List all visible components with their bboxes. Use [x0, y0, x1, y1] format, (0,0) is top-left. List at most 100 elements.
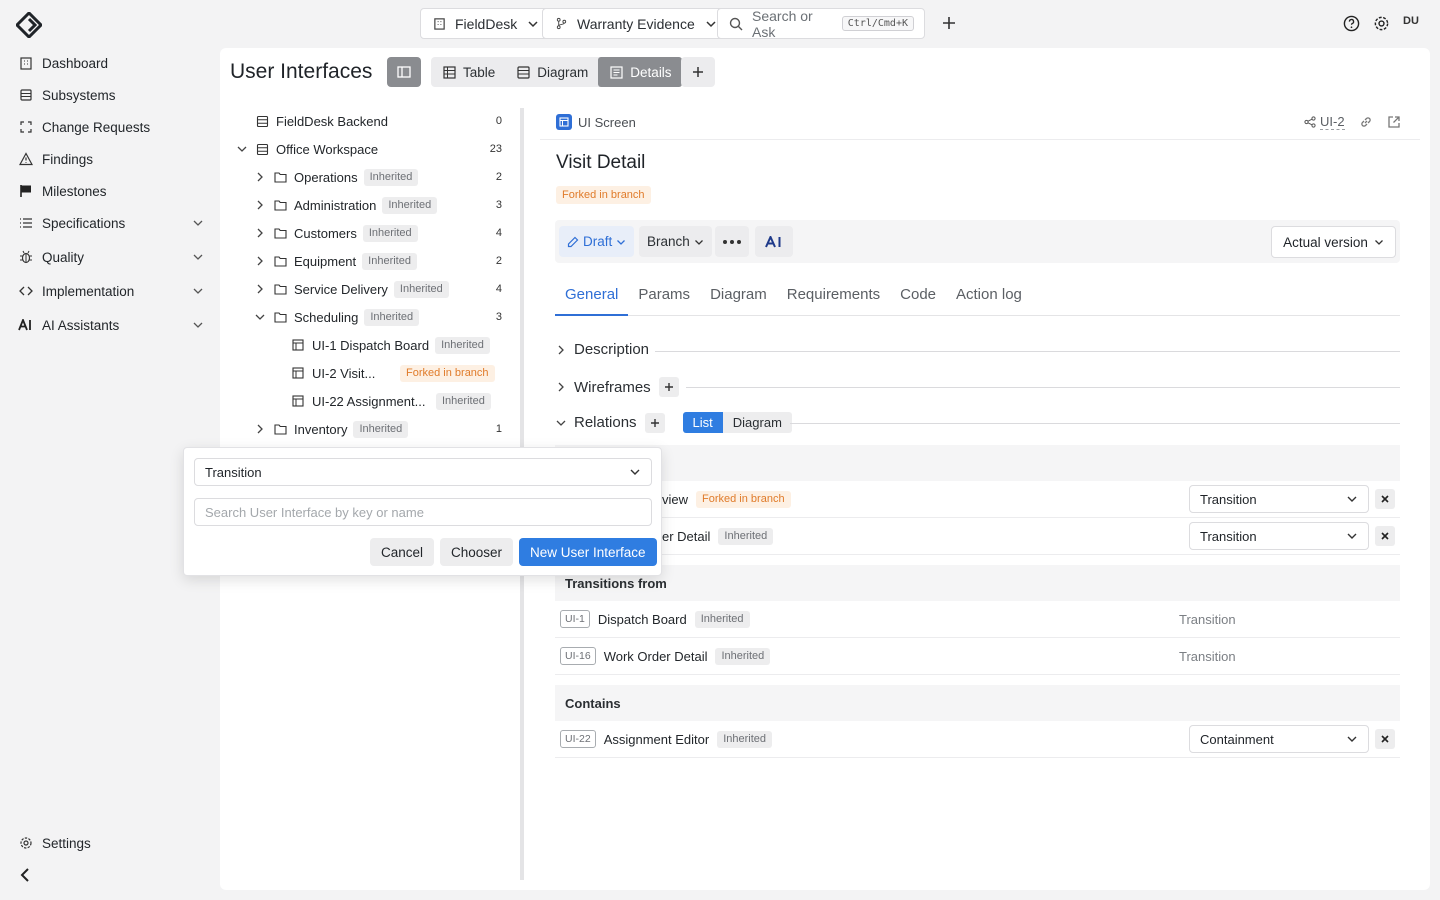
tree-node[interactable]: Customers Inherited: [254, 223, 418, 243]
global-search[interactable]: Search or Ask Ctrl/Cmd+K: [717, 8, 925, 40]
project-selector[interactable]: FieldDesk: [420, 8, 553, 39]
remove-relation-button[interactable]: [1375, 526, 1395, 546]
ai-icon: [765, 235, 783, 248]
building-icon: [431, 16, 447, 32]
divider: [540, 139, 1420, 140]
section-wireframes[interactable]: Wireframes: [556, 377, 679, 397]
sidebar-item-implementation[interactable]: Implementation: [18, 283, 204, 299]
sidebar-item-specifications[interactable]: Specifications: [18, 215, 204, 231]
item-key-link[interactable]: UI-2: [1304, 114, 1345, 130]
tree-node-count: 2: [495, 171, 502, 183]
version-selector[interactable]: Actual version: [1271, 226, 1396, 258]
cancel-button[interactable]: Cancel: [370, 538, 435, 566]
branch-selector[interactable]: Warranty Evidence: [542, 8, 730, 39]
tree-node-label: Scheduling: [294, 309, 359, 325]
link-icon[interactable]: [1359, 115, 1373, 129]
tree-node-count: 4: [495, 283, 502, 295]
status-badge: Forked in branch: [400, 364, 495, 382]
tree-node[interactable]: Service Delivery Inherited: [254, 279, 449, 299]
new-user-interface-button[interactable]: New User Interface: [519, 538, 657, 566]
chevron-right-icon[interactable]: [254, 253, 266, 269]
code-icon: [18, 283, 34, 299]
tab-diagram[interactable]: Diagram: [700, 282, 777, 316]
add-wireframe-button[interactable]: [658, 377, 679, 397]
sidebar-item-subsystems[interactable]: Subsystems: [18, 87, 204, 103]
chevron-right-icon[interactable]: [254, 281, 266, 297]
create-plus-icon[interactable]: [940, 14, 958, 32]
toggle-tree-button[interactable]: [387, 57, 421, 87]
remove-relation-button[interactable]: [1375, 489, 1395, 509]
sidebar-item-change-requests[interactable]: Change Requests: [18, 119, 204, 135]
more-button[interactable]: [715, 226, 749, 257]
chevron-right-icon[interactable]: [254, 225, 266, 241]
relation-name[interactable]: er Detail: [662, 529, 710, 544]
sidebar-item-settings[interactable]: Settings: [18, 835, 204, 851]
ai-button[interactable]: AI: [755, 226, 793, 257]
collapse-sidebar-icon[interactable]: [18, 867, 32, 883]
tab-diagram[interactable]: Diagram: [505, 57, 598, 87]
tree-node[interactable]: Operations Inherited: [254, 167, 419, 187]
sidebar-item-ai-assistants[interactable]: AI Assistants: [18, 317, 204, 333]
relation-name[interactable]: Assignment Editor: [604, 732, 710, 747]
tab-table[interactable]: Table: [431, 57, 505, 87]
remove-relation-button[interactable]: [1375, 729, 1395, 749]
branch-button[interactable]: Branch: [639, 226, 712, 257]
view-diagram-button[interactable]: Diagram: [722, 412, 792, 433]
relation-name[interactable]: Work Order Detail: [604, 649, 708, 664]
draft-button[interactable]: Draft: [559, 226, 635, 257]
chevron-right-icon: [556, 382, 566, 392]
tab-params[interactable]: Params: [628, 282, 700, 316]
tree-node[interactable]: Equipment Inherited: [254, 251, 417, 271]
tab-requirements[interactable]: Requirements: [777, 282, 890, 316]
relation-type-select[interactable]: Transition: [1189, 485, 1369, 513]
status-badge-wrap: Forked in branch: [556, 186, 651, 204]
chevron-down-icon: [1374, 237, 1384, 247]
tree-node[interactable]: Administration Inherited: [254, 195, 438, 215]
view-list-button[interactable]: List: [682, 412, 723, 433]
add-relation-button[interactable]: [644, 412, 665, 433]
tree-node[interactable]: Office Workspace: [236, 139, 378, 159]
frame-icon: [18, 119, 34, 135]
relation-name[interactable]: view: [662, 492, 688, 507]
tree-leaf-selected[interactable]: UI-2 Visit... Forked in branch: [290, 363, 495, 383]
tree-node[interactable]: Inventory Inherited: [254, 419, 409, 439]
chevron-down-icon: [192, 319, 204, 331]
tree-leaf[interactable]: UI-22 Assignment... Inherited: [290, 391, 491, 411]
tab-general[interactable]: General: [555, 282, 629, 316]
app-logo[interactable]: [16, 12, 42, 38]
relation-key: UI-16: [560, 647, 596, 665]
avatar[interactable]: DU: [1403, 15, 1419, 27]
relation-type-select[interactable]: Transition: [194, 458, 652, 486]
section-description[interactable]: Description: [556, 341, 649, 358]
relation-type-select[interactable]: Containment: [1189, 725, 1369, 753]
chevron-right-icon[interactable]: [254, 197, 266, 213]
sidebar-item-dashboard[interactable]: Dashboard: [18, 55, 204, 71]
page-title: User Interfaces: [230, 60, 373, 83]
sidebar-item-label: AI Assistants: [42, 317, 120, 333]
relation-name[interactable]: Dispatch Board: [598, 612, 687, 627]
help-icon[interactable]: [1343, 15, 1360, 32]
chooser-button[interactable]: Chooser: [440, 538, 514, 566]
chevron-down-icon[interactable]: [254, 309, 266, 325]
section-relations[interactable]: Relations List Diagram: [556, 412, 792, 433]
sidebar-item-findings[interactable]: Findings: [18, 151, 204, 167]
sidebar-item-label: Implementation: [42, 283, 135, 299]
chevron-down-icon[interactable]: [236, 141, 248, 157]
gear-icon[interactable]: [1373, 15, 1390, 32]
tree-node[interactable]: FieldDesk Backend: [254, 111, 388, 131]
tab-details[interactable]: Details: [598, 57, 682, 87]
tab-action-log[interactable]: Action log: [946, 282, 1032, 316]
open-external-icon[interactable]: [1387, 115, 1401, 129]
relation-type-select[interactable]: Transition: [1189, 522, 1369, 550]
sidebar-item-label: Settings: [42, 835, 91, 851]
chevron-right-icon[interactable]: [254, 169, 266, 185]
sidebar-item-quality[interactable]: Quality: [18, 249, 204, 265]
add-view-button[interactable]: [681, 57, 715, 87]
chevron-right-icon[interactable]: [254, 421, 266, 437]
search-input[interactable]: [194, 498, 652, 526]
tree-node[interactable]: Scheduling Inherited: [254, 307, 420, 327]
tree-leaf[interactable]: UI-1 Dispatch Board Inherited: [290, 335, 490, 355]
tab-code[interactable]: Code: [890, 282, 946, 316]
status-badge: Inherited: [715, 647, 771, 665]
sidebar-item-milestones[interactable]: Milestones: [18, 183, 204, 199]
